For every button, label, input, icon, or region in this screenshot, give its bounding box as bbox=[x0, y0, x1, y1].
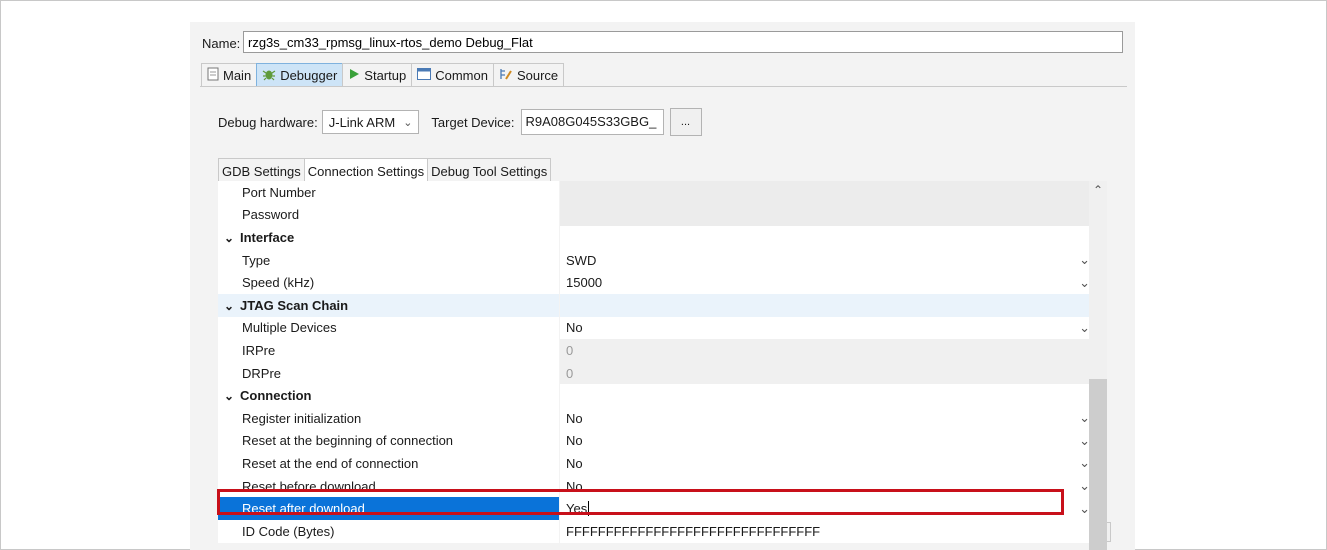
category-label: Connection bbox=[240, 388, 312, 404]
row-value: SWD bbox=[566, 252, 597, 268]
window-icon bbox=[417, 68, 432, 83]
subtab-debug-tool-settings[interactable]: Debug Tool Settings bbox=[427, 158, 552, 183]
row-value bbox=[560, 384, 1089, 407]
grid-row-type[interactable]: Type SWD ⌄ bbox=[218, 248, 1090, 272]
tab-source[interactable]: Source bbox=[492, 63, 565, 87]
tab-label: Common bbox=[435, 68, 488, 83]
bug-icon bbox=[262, 67, 276, 84]
row-value: No bbox=[566, 410, 583, 426]
row-label: Register initialization bbox=[242, 410, 362, 426]
config-tabs: Main Debugger Startup Common Source bbox=[201, 63, 565, 87]
settings-subtabs: GDB Settings Connection Settings Debug T… bbox=[218, 158, 552, 183]
category-interface[interactable]: ⌄ Interface bbox=[218, 226, 1089, 249]
row-label: Multiple Devices bbox=[242, 320, 337, 336]
highlight-box bbox=[217, 489, 1064, 515]
source-icon bbox=[499, 67, 513, 84]
grid-row-irpre[interactable]: IRPre 0 bbox=[218, 339, 1089, 362]
play-icon bbox=[348, 68, 360, 83]
row-label: Reset at the end of connection bbox=[242, 455, 419, 471]
row-value: 0 bbox=[560, 361, 1089, 385]
row-label: DRPre bbox=[242, 365, 282, 381]
grid-row-id-code[interactable]: ID Code (Bytes) FFFFFFFFFFFFFFFFFFFFFFFF… bbox=[218, 519, 1111, 543]
row-value: No bbox=[566, 455, 583, 471]
row-value bbox=[560, 293, 1089, 317]
row-value: No bbox=[566, 320, 583, 336]
row-label: Port Number bbox=[242, 184, 316, 200]
grid-row-drpre[interactable]: DRPre 0 bbox=[218, 361, 1089, 385]
chevron-down-icon: ⌄ bbox=[224, 230, 235, 245]
grid-row-reset-beginning[interactable]: Reset at the beginning of connection No ⌄ bbox=[218, 429, 1090, 453]
tab-debugger[interactable]: Debugger bbox=[256, 63, 344, 87]
debug-hardware-row: Debug hardware: J-Link ARM ⌄ Target Devi… bbox=[218, 108, 702, 136]
chevron-down-icon: ⌄ bbox=[224, 298, 235, 313]
row-value: 15000 bbox=[566, 275, 603, 291]
category-connection[interactable]: ⌄ Connection bbox=[218, 384, 1089, 407]
browse-target-button[interactable]: ... bbox=[669, 108, 702, 136]
row-label: ID Code (Bytes) bbox=[242, 523, 335, 539]
category-label: JTAG Scan Chain bbox=[240, 297, 349, 313]
page-icon bbox=[207, 67, 219, 84]
grid-row-register-initialization[interactable]: Register initialization No ⌄ bbox=[218, 406, 1090, 430]
row-value: No bbox=[566, 433, 583, 449]
row-value: FFFFFFFFFFFFFFFFFFFFFFFFFFFFFFFF bbox=[566, 523, 821, 539]
grid-row-port-number[interactable]: Port Number bbox=[218, 181, 1089, 204]
row-label: IRPre bbox=[242, 342, 276, 358]
row-value bbox=[560, 226, 1089, 249]
tab-label: Debugger bbox=[280, 68, 338, 83]
row-label: Type bbox=[242, 252, 271, 268]
grid-scrollbar[interactable]: ⌃ bbox=[1089, 181, 1107, 550]
tab-startup[interactable]: Startup bbox=[342, 63, 413, 87]
row-value bbox=[560, 203, 1089, 227]
grid-row-speed[interactable]: Speed (kHz) 15000 ⌄ bbox=[218, 271, 1090, 294]
row-label: Password bbox=[242, 207, 300, 223]
category-label: Interface bbox=[240, 229, 295, 245]
category-jtag-scan-chain[interactable]: ⌄ JTAG Scan Chain bbox=[218, 293, 1089, 317]
subtab-connection-settings[interactable]: Connection Settings bbox=[303, 158, 429, 183]
chevron-down-icon: ⌄ bbox=[403, 116, 413, 129]
subtab-gdb-settings[interactable]: GDB Settings bbox=[218, 158, 305, 183]
row-value bbox=[560, 181, 1089, 204]
target-device-input[interactable]: R9A08G045S33GBG_ bbox=[520, 109, 664, 135]
tab-label: Main bbox=[223, 68, 252, 83]
row-label: Reset at the beginning of connection bbox=[242, 433, 454, 449]
target-device-label: Target Device: bbox=[431, 114, 515, 130]
name-input[interactable] bbox=[243, 31, 1123, 53]
tab-label: Source bbox=[516, 68, 559, 83]
row-label: Speed (kHz) bbox=[242, 275, 315, 291]
row-value: 0 bbox=[560, 339, 1089, 362]
chevron-up-icon[interactable]: ⌃ bbox=[1089, 183, 1107, 197]
debug-hardware-label: Debug hardware: bbox=[218, 114, 318, 130]
tab-label: Startup bbox=[364, 68, 407, 83]
tab-common[interactable]: Common bbox=[411, 63, 494, 87]
grid-row-reset-end[interactable]: Reset at the end of connection No ⌄ bbox=[218, 452, 1090, 475]
debug-hardware-select[interactable]: J-Link ARM ⌄ bbox=[321, 110, 420, 134]
tab-main[interactable]: Main bbox=[201, 63, 258, 87]
chevron-down-icon: ⌄ bbox=[224, 389, 235, 404]
scrollbar-thumb[interactable] bbox=[1089, 379, 1107, 550]
name-label: Name: bbox=[202, 36, 241, 51]
tab-divider bbox=[200, 86, 1127, 87]
grid-row-multiple-devices[interactable]: Multiple Devices No ⌄ bbox=[218, 316, 1090, 340]
grid-row-password[interactable]: Password bbox=[218, 203, 1089, 227]
debug-hardware-value: J-Link ARM bbox=[328, 114, 396, 130]
